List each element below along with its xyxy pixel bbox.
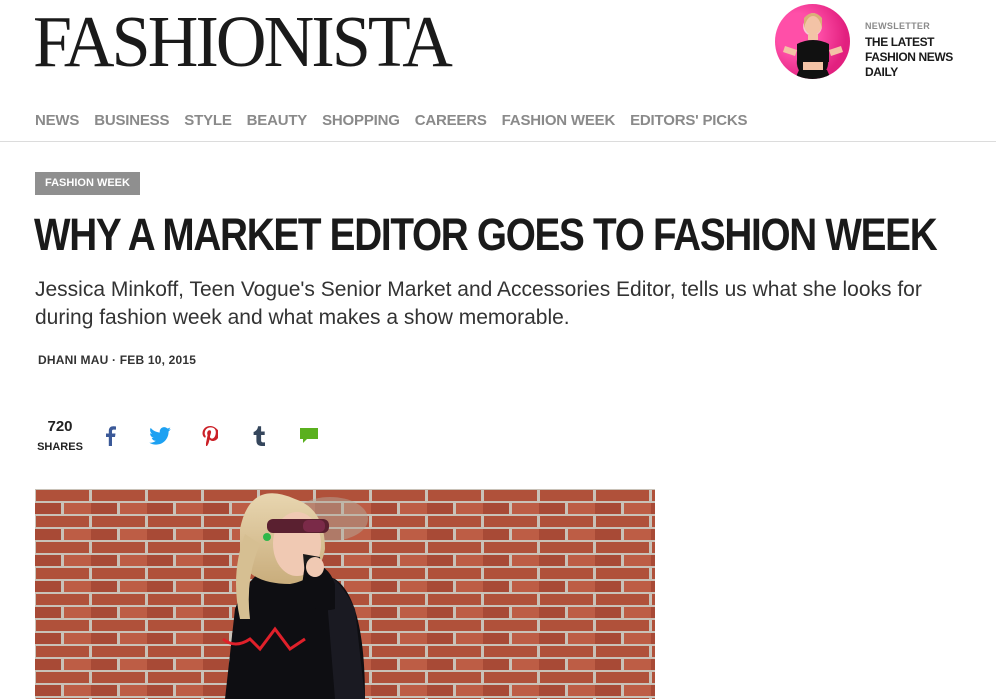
nav-item-news[interactable]: NEWS bbox=[35, 111, 79, 133]
pinterest-icon bbox=[202, 426, 218, 446]
facebook-share-button[interactable] bbox=[95, 421, 125, 451]
newsletter-kicker: NEWSLETTER bbox=[865, 21, 930, 31]
tumblr-share-button[interactable] bbox=[244, 421, 274, 451]
category-tag[interactable]: FASHION WEEK bbox=[35, 172, 140, 195]
nav-divider bbox=[0, 141, 996, 142]
twitter-share-button[interactable] bbox=[145, 421, 175, 451]
tumblr-icon bbox=[253, 426, 265, 446]
nav-item-business[interactable]: BUSINESS bbox=[94, 111, 169, 133]
nav-item-beauty[interactable]: BEAUTY bbox=[247, 111, 308, 133]
byline-separator: · bbox=[108, 353, 120, 367]
facebook-icon bbox=[106, 426, 116, 446]
main-nav: NEWS BUSINESS STYLE BEAUTY SHOPPING CARE… bbox=[35, 111, 762, 133]
site-header: FASHIONISTA NEWSLETTER THE LATEST FASHIO… bbox=[0, 0, 996, 100]
newsletter-promo[interactable]: NEWSLETTER THE LATEST FASHION NEWS DAILY bbox=[775, 4, 996, 80]
comment-icon bbox=[300, 428, 318, 443]
share-count: 720 SHARES bbox=[35, 418, 85, 455]
nav-item-shopping[interactable]: SHOPPING bbox=[322, 111, 400, 133]
byline: DHANI MAU · FEB 10, 2015 bbox=[38, 353, 196, 367]
article-title: WHY A MARKET EDITOR GOES TO FASHION WEEK bbox=[34, 209, 938, 260]
publish-date: FEB 10, 2015 bbox=[119, 353, 197, 367]
share-count-label: SHARES bbox=[37, 441, 83, 453]
site-logo[interactable]: FASHIONISTA bbox=[33, 4, 453, 80]
share-bar: 720 SHARES bbox=[35, 416, 335, 456]
pinterest-share-button[interactable] bbox=[195, 421, 225, 451]
nav-item-fashion-week[interactable]: FASHION WEEK bbox=[502, 111, 616, 133]
hero-photo bbox=[35, 489, 655, 699]
hero-image[interactable] bbox=[35, 489, 655, 699]
twitter-icon bbox=[149, 427, 171, 445]
share-count-number: 720 bbox=[47, 418, 73, 435]
author-link[interactable]: DHANI MAU bbox=[38, 353, 108, 367]
newsletter-cta[interactable]: THE LATEST FASHION NEWS DAILY bbox=[865, 35, 983, 80]
nav-item-style[interactable]: STYLE bbox=[184, 111, 232, 133]
article-dek: Jessica Minkoff, Teen Vogue's Senior Mar… bbox=[35, 278, 922, 329]
nav-item-careers[interactable]: CAREERS bbox=[415, 111, 487, 133]
comments-button[interactable] bbox=[294, 421, 324, 451]
nav-item-editors-picks[interactable]: EDITORS' PICKS bbox=[630, 111, 747, 133]
newsletter-image[interactable] bbox=[775, 4, 850, 79]
